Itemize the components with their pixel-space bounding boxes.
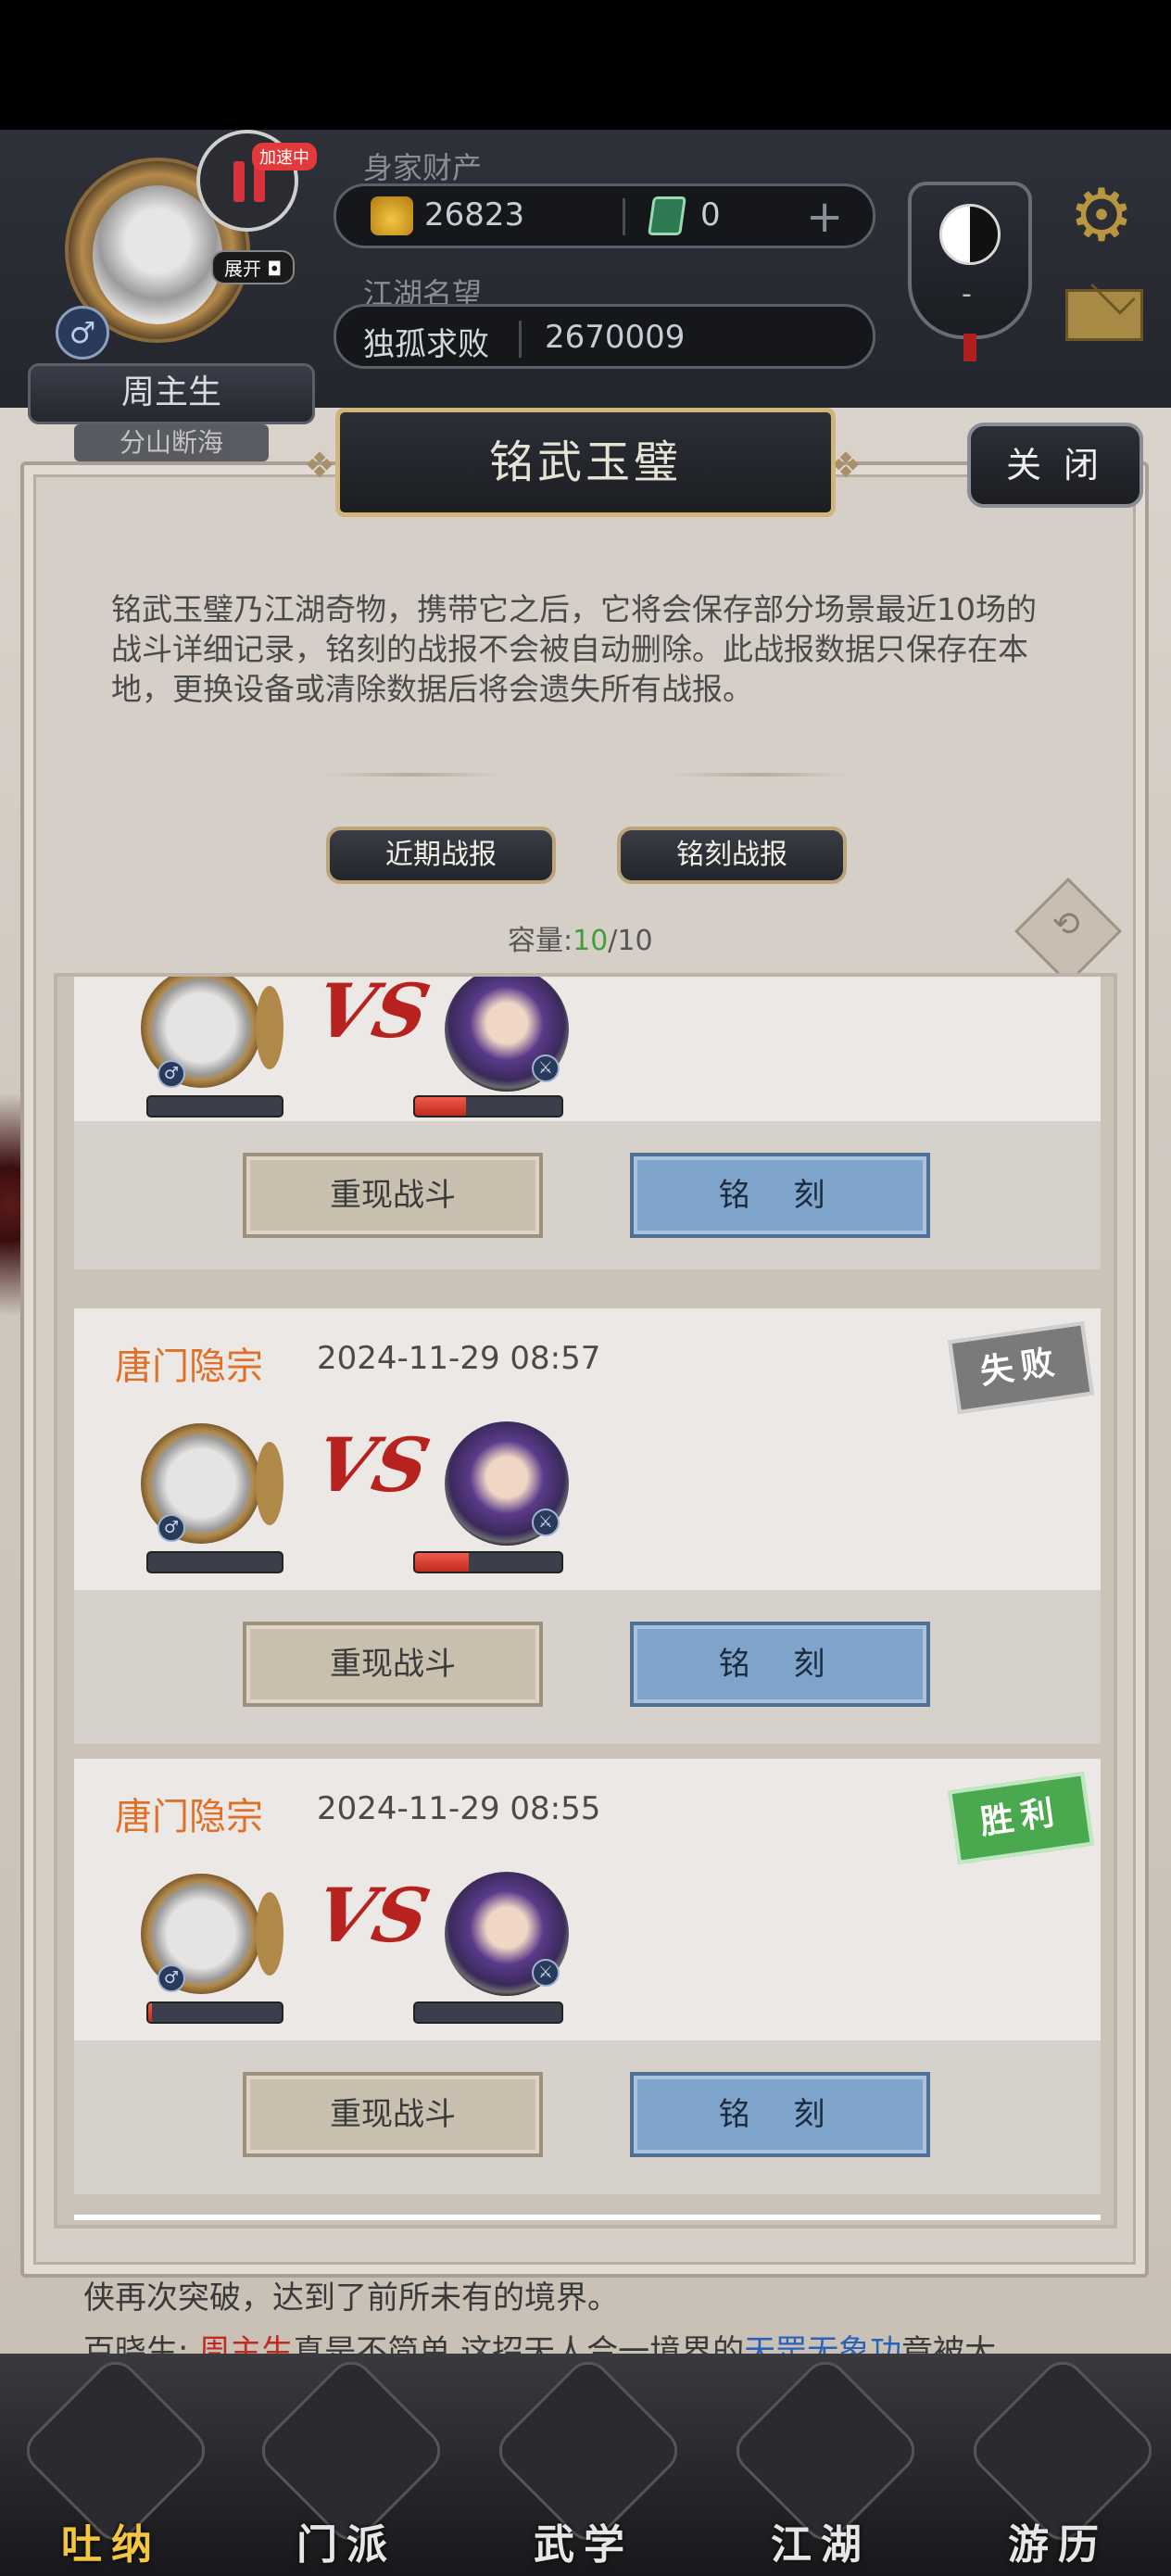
capacity-total: /10	[608, 925, 653, 957]
weapon-icon: ⚔	[532, 1959, 560, 1987]
yinyang-value: -	[962, 278, 972, 310]
add-currency-button[interactable]: +	[806, 191, 843, 243]
card-actions: 重现战斗 铭 刻	[74, 2040, 1101, 2194]
card-actions: 重现战斗 铭 刻	[74, 1121, 1101, 1269]
replay-battle-button[interactable]: 重现战斗	[243, 1622, 543, 1707]
tassel-ornament	[963, 334, 976, 361]
gear-icon[interactable]: ⚙	[1064, 178, 1140, 254]
player-name: 周主生	[28, 363, 315, 424]
wealth-bar	[334, 183, 875, 248]
tab-recent-reports[interactable]: 近期战报	[326, 827, 556, 884]
hero-hp-bar	[146, 2001, 283, 2024]
gold-ingot-icon	[371, 196, 413, 235]
nav-label: 江湖	[771, 2521, 871, 2569]
divider-left	[324, 773, 500, 777]
nav-label: 门派	[296, 2521, 397, 2569]
vs-label: VS	[308, 1421, 437, 1509]
hero-hp-bar	[146, 1095, 283, 1118]
result-stamp-win: 胜利	[948, 1772, 1094, 1864]
pause-icon	[233, 161, 245, 202]
engrave-button[interactable]: 铭 刻	[630, 1153, 930, 1238]
list-end-line	[74, 2215, 1101, 2220]
ornament-right-icon: ❖	[830, 445, 863, 486]
capacity-indicator: 容量:10/10	[508, 917, 653, 958]
close-button[interactable]: 关 闭	[967, 423, 1143, 508]
dialog-title: 铭武玉璧	[335, 408, 836, 517]
battle-report-list[interactable]: ♂ VS ⚔ 重现战斗 铭 刻 唐门隐宗 2024-11-29 08:57 失败…	[54, 973, 1117, 2229]
male-icon: ♂	[157, 1514, 185, 1542]
vs-label: VS	[308, 1872, 437, 1959]
battle-card: ♂ VS ⚔ 重现战斗 铭 刻	[74, 973, 1101, 1269]
capacity-label: 容量:	[508, 925, 573, 957]
battle-time: 2024-11-29 08:55	[317, 1790, 601, 1827]
hp-fill	[148, 2003, 153, 2022]
battle-time: 2024-11-29 08:57	[317, 1340, 601, 1377]
nav-martial-arts[interactable]: 武学	[489, 2352, 687, 2569]
nav-jianghu[interactable]: 江湖	[726, 2352, 925, 2569]
nav-label: 武学	[534, 2521, 634, 2569]
vs-label: VS	[308, 973, 437, 1054]
clan-name: 唐门隐宗	[115, 1345, 263, 1388]
enemy-hp-bar	[413, 1095, 563, 1118]
expand-label: 展开	[224, 258, 261, 280]
hp-fill	[415, 1553, 470, 1572]
jade-icon	[648, 196, 686, 235]
male-icon: ♂	[157, 1964, 185, 1992]
replay-battle-button[interactable]: 重现战斗	[243, 1153, 543, 1238]
hero-hp-bar	[146, 1551, 283, 1573]
male-icon: ♂	[157, 1060, 185, 1088]
divider-right	[671, 773, 847, 777]
engrave-button[interactable]: 铭 刻	[630, 1622, 930, 1707]
refresh-icon: ⟲	[1051, 905, 1080, 944]
fame-title: 独孤求败	[363, 326, 489, 363]
wealth-label: 身家财产	[363, 150, 483, 185]
nav-travel[interactable]: 游历	[963, 2352, 1162, 2569]
nav-label: 游历	[1008, 2521, 1108, 2569]
status-bar	[0, 0, 1171, 130]
weapon-icon: ⚔	[532, 1054, 560, 1082]
speed-badge: 加速中	[252, 143, 317, 170]
hp-fill	[415, 1097, 467, 1116]
player-title: 分山断海	[74, 424, 269, 461]
jade-amount: 0	[700, 196, 721, 234]
capacity-used: 10	[573, 925, 609, 957]
expand-button[interactable]: 展开 ◘	[211, 250, 296, 284]
clan-name: 唐门隐宗	[115, 1796, 263, 1838]
male-icon: ♂	[56, 306, 109, 360]
nav-tuna[interactable]: 吐纳	[17, 2352, 215, 2569]
replay-battle-button[interactable]: 重现战斗	[243, 2072, 543, 2157]
battle-card: 唐门隐宗 2024-11-29 08:57 失败 ♂ VS ⚔ 重现战斗 铭 刻	[74, 1308, 1101, 1744]
mail-icon[interactable]	[1065, 289, 1143, 341]
battle-card: 唐门隐宗 2024-11-29 08:55 胜利 ♂ VS ⚔ 重现战斗 铭 刻	[74, 1759, 1101, 2194]
enemy-hp-bar	[413, 1551, 563, 1573]
nav-sect[interactable]: 门派	[252, 2352, 450, 2569]
engrave-button[interactable]: 铭 刻	[630, 2072, 930, 2157]
tab-engraved-reports[interactable]: 铭刻战报	[617, 827, 847, 884]
yinyang-icon	[939, 204, 1001, 265]
weapon-icon: ⚔	[532, 1509, 560, 1536]
gold-amount: 26823	[424, 196, 525, 234]
dialog-description: 铭武玉璧乃江湖奇物，携带它之后，它将会保存部分场景最近10场的战斗详细记录，铭刻…	[111, 591, 1037, 707]
feed-line: 侠再次突破，达到了前所未有的境界。	[83, 2279, 619, 2317]
divider	[623, 198, 625, 235]
fame-value: 2670009	[545, 319, 686, 356]
result-stamp-lose: 失败	[948, 1321, 1094, 1414]
nav-label: 吐纳	[61, 2521, 161, 2569]
card-actions: 重现战斗 铭 刻	[74, 1590, 1101, 1744]
enemy-hp-bar	[413, 2001, 563, 2024]
divider	[519, 321, 522, 358]
